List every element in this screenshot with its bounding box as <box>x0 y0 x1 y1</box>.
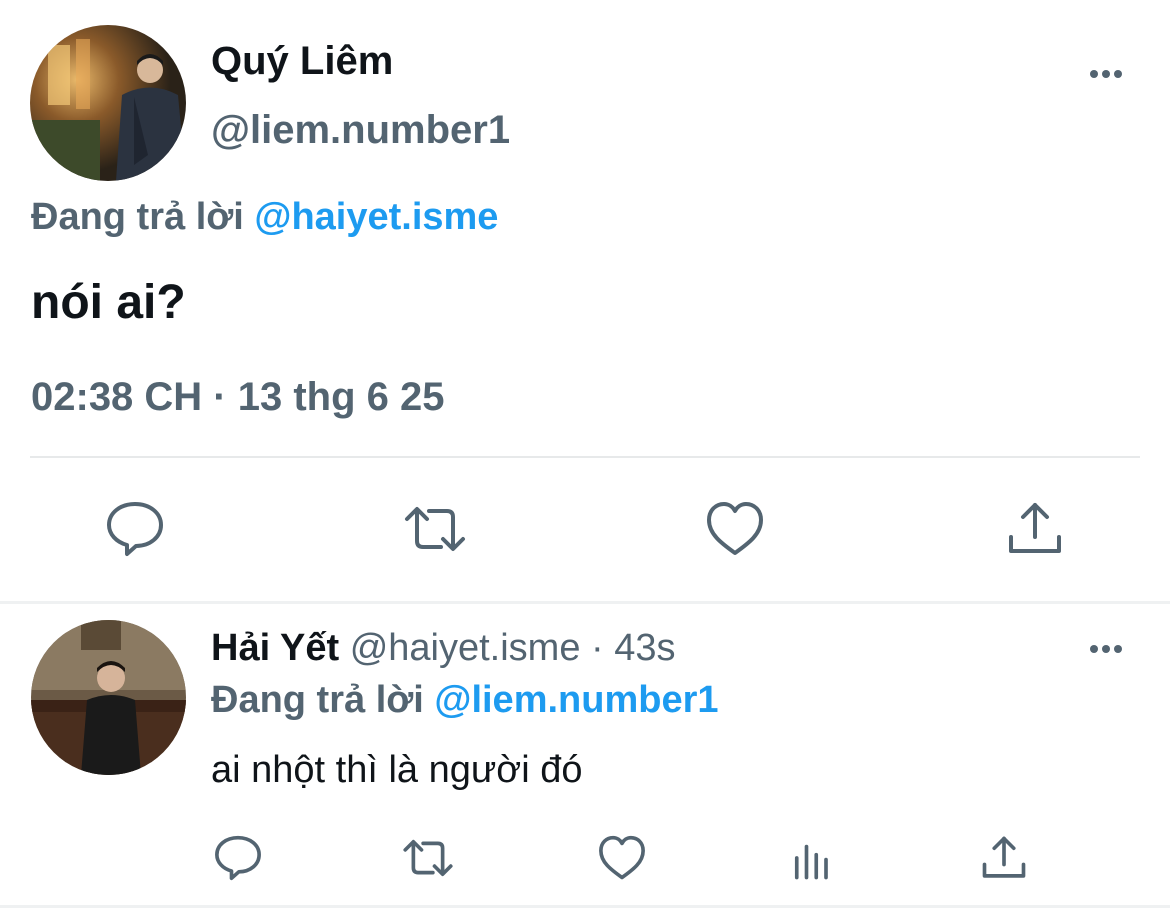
retweet-icon[interactable] <box>403 497 467 561</box>
meta-separator: · <box>580 627 615 669</box>
retweet-icon[interactable] <box>402 832 454 884</box>
main-tweet-handle[interactable]: @liem.number1 <box>211 107 510 153</box>
divider <box>0 905 1170 908</box>
like-icon[interactable] <box>596 832 648 884</box>
replying-to-mention[interactable]: @haiyet.isme <box>254 196 498 238</box>
replying-to-line: Đang trả lời @haiyet.isme <box>31 195 498 239</box>
reply-icon[interactable] <box>212 832 264 884</box>
replying-to-prefix: Đang trả lời <box>211 679 435 721</box>
main-tweet-avatar[interactable] <box>30 25 186 181</box>
divider <box>30 456 1140 458</box>
reply-tweet-handle[interactable]: @haiyet.isme <box>350 627 581 669</box>
divider <box>0 601 1170 604</box>
reply-tweet-age[interactable]: 43s <box>614 627 675 669</box>
reply-icon[interactable] <box>103 497 167 561</box>
replying-to-line: Đang trả lời @liem.number1 <box>211 678 719 722</box>
avatar-photo <box>30 25 186 181</box>
main-tweet-text: nói ai? <box>31 276 186 329</box>
more-options-icon[interactable] <box>1086 58 1126 88</box>
main-tweet-timestamp[interactable]: 02:38 CH · 13 thg 6 25 <box>31 374 445 420</box>
reply-tweet-display-name[interactable]: Hải Yết <box>211 627 339 669</box>
reply-tweet-avatar[interactable] <box>31 620 186 775</box>
like-icon[interactable] <box>703 497 767 561</box>
replying-to-mention[interactable]: @liem.number1 <box>434 679 718 721</box>
share-icon[interactable] <box>978 832 1030 884</box>
reply-tweet-text: ai nhột thì là người đó <box>211 749 583 791</box>
reply-tweet-header: Hải Yết @haiyet.isme · 43s <box>211 626 676 670</box>
avatar-photo <box>31 620 186 775</box>
main-tweet-display-name[interactable]: Quý Liêm <box>211 38 393 84</box>
replying-to-prefix: Đang trả lời <box>31 196 255 238</box>
more-options-icon[interactable] <box>1086 636 1126 662</box>
views-icon[interactable] <box>787 832 839 884</box>
share-icon[interactable] <box>1003 497 1067 561</box>
